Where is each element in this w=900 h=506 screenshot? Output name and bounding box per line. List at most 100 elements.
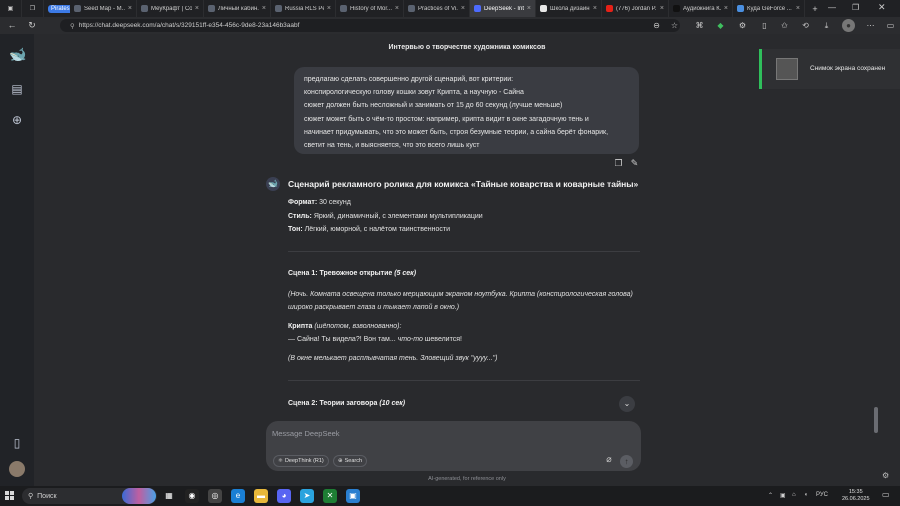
tab-personal-cabinet[interactable]: Личный кабин... × <box>204 0 271 17</box>
close-tab-icon[interactable]: × <box>527 5 531 12</box>
edge-icon[interactable]: e <box>231 489 245 503</box>
app-icon[interactable]: ◉ <box>185 489 199 503</box>
network-icon[interactable]: ⌂ <box>792 492 796 498</box>
close-tab-icon[interactable]: × <box>128 5 132 12</box>
excel-icon[interactable]: ✕ <box>323 489 337 503</box>
tab-youtube[interactable]: (776) Jordan P... × <box>602 0 669 17</box>
telegram-icon[interactable]: ➤ <box>300 489 314 503</box>
tab-favicon-icon <box>540 5 547 12</box>
user-message-line: сюжет должен быть несложный и занимать о… <box>304 102 563 110</box>
deepseek-avatar-icon: 🐋 <box>266 177 280 191</box>
windows-start-icon[interactable] <box>5 491 15 501</box>
favorites-icon[interactable]: ✩ <box>778 19 791 32</box>
copy-icon[interactable]: ❐ <box>613 158 624 169</box>
file-explorer-icon[interactable]: ▬ <box>254 489 268 503</box>
tab-favicon-icon <box>74 5 81 12</box>
history-icon[interactable]: ⟲ <box>799 19 812 32</box>
search-icon: ⚲ <box>28 493 34 500</box>
tab-history[interactable]: History of Mor... × <box>336 0 404 17</box>
tab-group-pirates[interactable]: Pirates <box>44 0 70 17</box>
tab-deepseek[interactable]: DeepSeek - Int...× <box>470 0 536 17</box>
format-line: Формат: 30 секунд <box>288 199 351 206</box>
volume-icon[interactable]: ◖ <box>804 492 808 498</box>
app-icon[interactable]: ▣ <box>346 489 360 503</box>
user-avatar[interactable] <box>9 461 25 477</box>
tab-group-icon[interactable]: ❐ <box>22 0 44 17</box>
edit-icon[interactable]: ✎ <box>629 158 640 169</box>
deepthink-label: DeepThink (R1) <box>284 458 324 464</box>
browser-tab-strip: ▣ ❐ Pirates Seed Map - M... × МеуКрафт | … <box>0 0 900 17</box>
toggle-sidebar-icon[interactable]: ▤ <box>9 81 25 97</box>
style-line: Стиль: Яркий, динамичный, с элементами м… <box>288 213 483 220</box>
close-tab-icon[interactable]: × <box>724 5 728 12</box>
close-tab-icon[interactable]: × <box>660 5 664 12</box>
tab-geforce[interactable]: Куда GeForce ... × <box>733 0 805 17</box>
language-indicator[interactable]: РУС <box>816 492 828 498</box>
tray-app-icon[interactable]: ▣ <box>780 492 786 499</box>
task-view-icon[interactable]: ▦ <box>162 489 176 503</box>
windows-taskbar: ⚲ Поиск ▦ ◉ ◎ e ▬ ◕ ➤ ✕ ▣ ⌃ ▣ ⌂ ◖ РУС 15:… <box>0 486 900 506</box>
message-input[interactable] <box>272 426 572 440</box>
scrollbar[interactable] <box>874 407 878 433</box>
steam-icon[interactable]: ◎ <box>208 489 222 503</box>
adblock-icon[interactable]: ◆ <box>714 19 727 32</box>
deepseek-whale-logo-icon[interactable]: 🐋 <box>9 46 26 62</box>
scene1-dialogue: — Сайна! Ты видела?! Вон там... что-то ш… <box>288 336 462 343</box>
browser-menu-icon[interactable]: ▣ <box>0 0 22 17</box>
discord-icon[interactable]: ◕ <box>277 489 291 503</box>
tab-russia-rls[interactable]: Russia RLS Per...× <box>271 0 336 17</box>
sidebar-toggle-icon[interactable]: ▭ <box>884 19 897 32</box>
tab-favicon-icon <box>340 5 347 12</box>
downloads-icon[interactable]: ⤓ <box>820 19 833 32</box>
translate-icon[interactable]: ⊖ <box>650 19 663 32</box>
notifications-icon[interactable]: ▭ <box>882 490 890 499</box>
deepthink-button[interactable]: ⚛ DeepThink (R1) <box>273 455 329 467</box>
back-icon[interactable]: ← <box>5 20 19 30</box>
atom-icon: ⚛ <box>278 458 283 464</box>
tab-meycraft[interactable]: МеуКрафт | Со...× <box>137 0 204 17</box>
send-button[interactable]: ↑ <box>620 455 633 468</box>
more-menu-icon[interactable]: ⋯ <box>864 19 877 32</box>
tone-line: Тон: Лёгкий, юморной, с налётом таинстве… <box>288 226 450 233</box>
system-clock[interactable]: 15:35 26.06.2025 <box>842 489 870 503</box>
maximize-icon[interactable]: ❐ <box>852 3 859 12</box>
refresh-icon[interactable]: ↻ <box>25 20 39 31</box>
mobile-app-icon[interactable]: ▯ <box>9 435 25 451</box>
close-window-icon[interactable]: ✕ <box>878 2 886 13</box>
close-tab-icon[interactable]: × <box>796 5 800 12</box>
split-screen-icon[interactable]: ▯ <box>758 19 771 32</box>
close-tab-icon[interactable]: × <box>195 5 199 12</box>
new-tab-button[interactable]: + <box>805 0 825 17</box>
close-tab-icon[interactable]: × <box>327 5 331 12</box>
search-button[interactable]: ⊕ Search <box>333 455 368 467</box>
site-info-icon[interactable]: ⚲ <box>70 22 75 30</box>
attach-icon[interactable]: ⌀ <box>603 454 615 468</box>
bookmark-star-icon[interactable]: ☆ <box>668 19 681 32</box>
extensions-puzzle-icon[interactable]: ⚙ <box>736 19 749 32</box>
tray-overflow-icon[interactable]: ⌃ <box>768 492 773 499</box>
extension-icon[interactable]: ⌘ <box>693 19 706 32</box>
search-highlight-image[interactable] <box>122 488 156 504</box>
scroll-to-bottom-button[interactable]: ⌄ <box>619 396 635 412</box>
address-bar[interactable]: ⚲ https://chat.deepseek.com/a/chat/s/329… <box>60 19 680 32</box>
close-tab-icon[interactable]: × <box>395 5 399 12</box>
tab-favicon-icon <box>737 5 744 12</box>
divider <box>288 251 640 252</box>
close-tab-icon[interactable]: × <box>593 5 597 12</box>
user-message: предлагаю сделать совершенно другой сцен… <box>294 67 639 154</box>
tab-practices[interactable]: Practices of Vi... × <box>404 0 470 17</box>
tab-design-school[interactable]: Школа дизайн...× <box>536 0 602 17</box>
screenshot-saved-notification[interactable]: Снимок экрана сохранен <box>759 49 900 89</box>
new-chat-icon[interactable]: ⊕ <box>9 112 25 128</box>
profile-avatar-icon[interactable]: ● <box>842 19 855 32</box>
tab-seed-map[interactable]: Seed Map - M... × <box>70 0 137 17</box>
close-tab-icon[interactable]: × <box>461 5 465 12</box>
settings-gear-icon[interactable]: ⚙ <box>882 471 889 480</box>
minimize-icon[interactable]: — <box>828 3 836 12</box>
tab-favicon-icon <box>141 5 148 12</box>
scene2-title: Сцена 2: Теории заговора (10 сек) <box>288 400 406 407</box>
tab-audiobook[interactable]: Аудиокнига К... × <box>669 0 733 17</box>
notification-text: Снимок экрана сохранен <box>810 65 886 72</box>
chat-main: Интервью о творчестве художника комиксов… <box>34 34 900 486</box>
close-tab-icon[interactable]: × <box>262 5 266 12</box>
